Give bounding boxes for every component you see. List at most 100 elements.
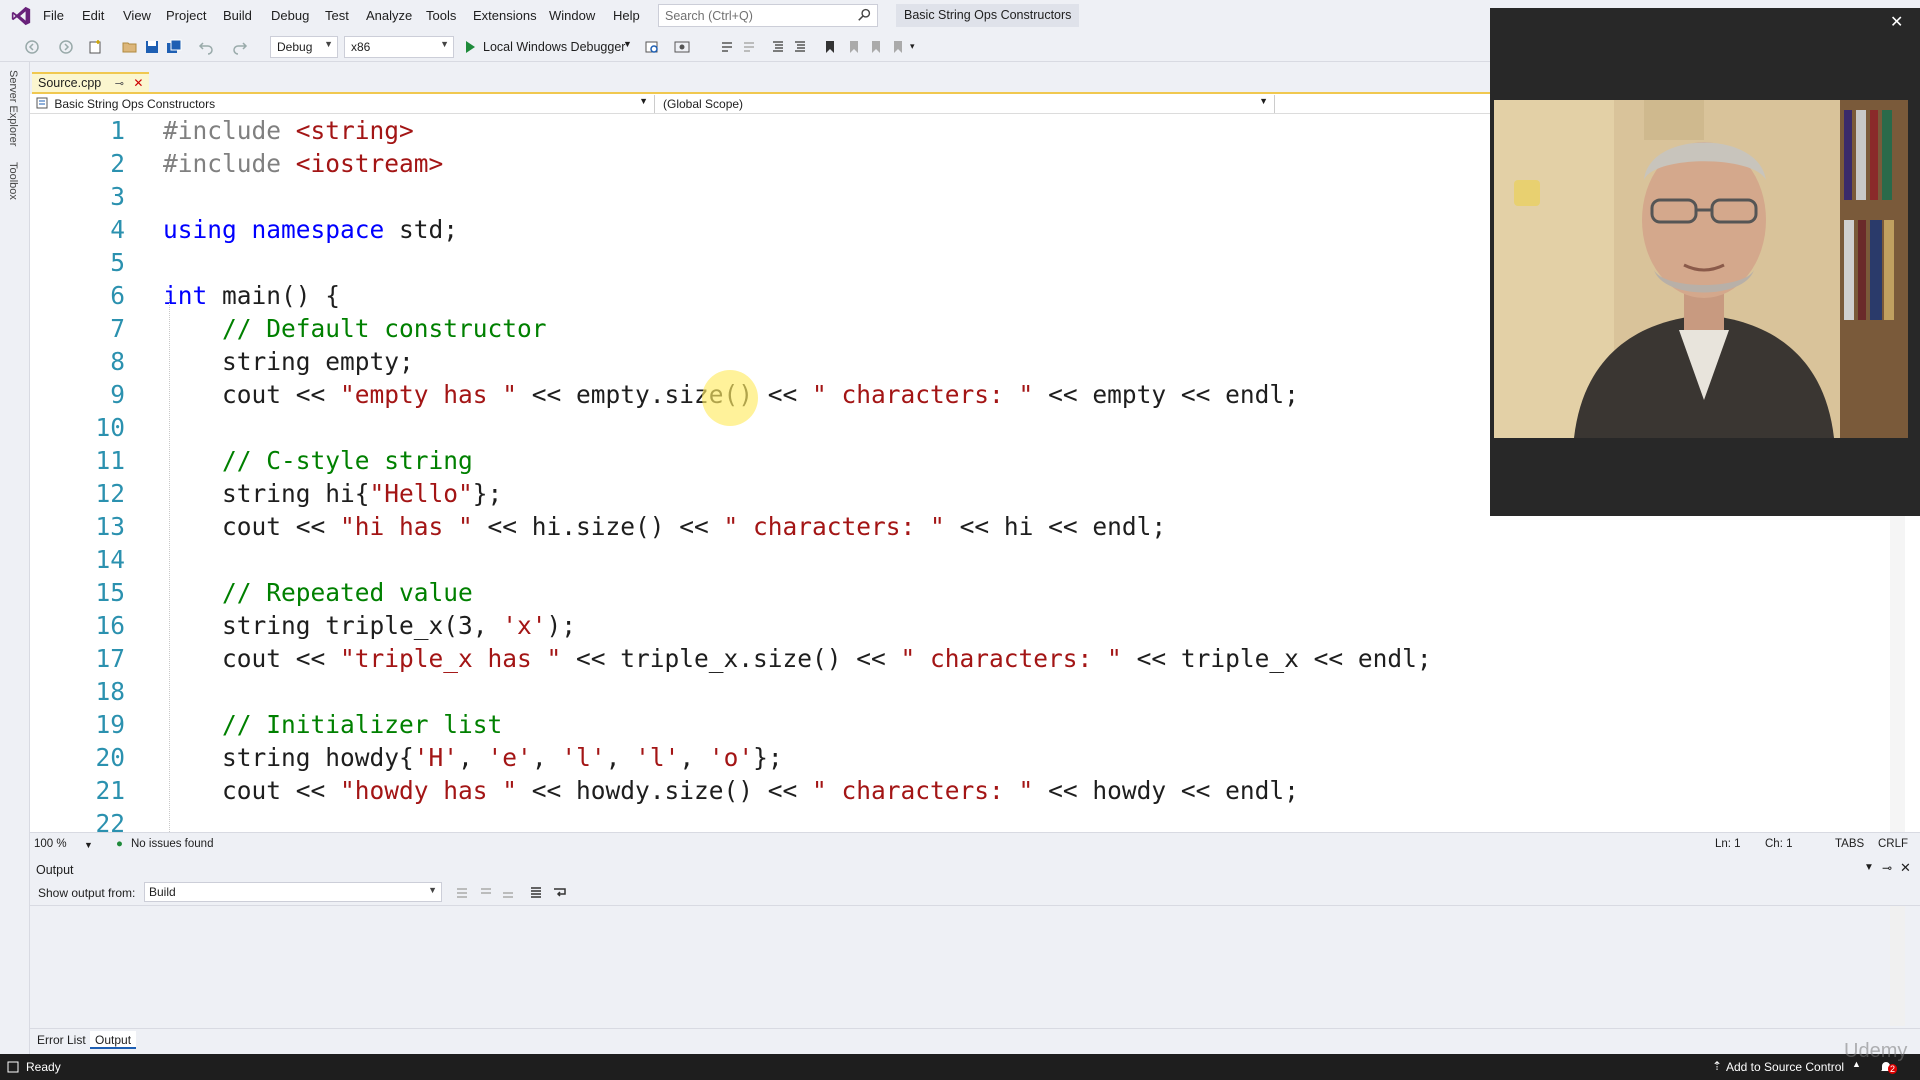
- menu-help[interactable]: Help: [613, 8, 640, 23]
- code-token: cout <<: [163, 776, 341, 805]
- find-message-icon[interactable]: [454, 885, 470, 901]
- output-vertical-scrollbar[interactable]: [1890, 906, 1905, 1026]
- menu-build[interactable]: Build: [223, 8, 252, 23]
- code-token: string hi{: [163, 479, 370, 508]
- search-input[interactable]: Search (Ctrl+Q): [658, 4, 878, 27]
- code-line[interactable]: // Default constructor: [163, 314, 547, 343]
- bookmark-icon[interactable]: [822, 39, 838, 55]
- chevron-down-icon[interactable]: ▼: [623, 39, 632, 49]
- visual-studio-logo-icon[interactable]: [10, 5, 32, 27]
- tab-error-list[interactable]: Error List: [32, 1031, 91, 1049]
- menu-debug[interactable]: Debug: [271, 8, 309, 23]
- code-token-kw: using: [163, 215, 237, 244]
- issues-status[interactable]: No issues found: [131, 838, 213, 850]
- menu-extensions[interactable]: Extensions: [473, 8, 537, 23]
- step-over-icon[interactable]: [742, 39, 758, 55]
- server-explorer-tab[interactable]: Server Explorer: [7, 70, 19, 146]
- code-token: string howdy{: [163, 743, 414, 772]
- step-into-icon[interactable]: [720, 39, 736, 55]
- code-line[interactable]: // Initializer list: [163, 710, 502, 739]
- find-in-files-icon[interactable]: [644, 39, 660, 55]
- menu-project[interactable]: Project: [166, 8, 206, 23]
- navigate-forward-icon[interactable]: [58, 39, 74, 55]
- screenshot-icon[interactable]: [674, 39, 690, 55]
- zoom-level[interactable]: 100 %: [34, 838, 67, 850]
- code-line[interactable]: // Repeated value: [163, 578, 473, 607]
- play-icon[interactable]: [462, 39, 478, 55]
- chevron-down-icon: ▼: [639, 96, 648, 106]
- code-line[interactable]: #include <iostream>: [163, 149, 443, 178]
- menu-tools[interactable]: Tools: [426, 8, 456, 23]
- code-token-str: "hi has ": [340, 512, 473, 541]
- redo-icon[interactable]: [232, 39, 248, 55]
- code-line[interactable]: int main() {: [163, 281, 340, 310]
- search-icon: [858, 8, 871, 21]
- undo-icon[interactable]: [198, 39, 214, 55]
- toolbox-tab[interactable]: Toolbox: [7, 162, 19, 200]
- tab-source-cpp[interactable]: Source.cpp ⊸ ✕: [32, 72, 150, 92]
- next-message-icon[interactable]: [500, 885, 516, 901]
- word-wrap-icon[interactable]: [552, 885, 568, 901]
- side-panel-strip: Server Explorer Toolbox: [0, 62, 30, 1054]
- next-bookmark-icon[interactable]: [868, 39, 884, 55]
- code-line[interactable]: cout << "howdy has " << howdy.size() << …: [163, 776, 1299, 805]
- pin-icon[interactable]: ⊸: [115, 78, 124, 90]
- toolbar-overflow-icon[interactable]: ▾: [910, 41, 915, 52]
- code-line[interactable]: string empty;: [163, 347, 414, 376]
- navigate-back-icon[interactable]: [24, 39, 40, 55]
- code-line[interactable]: // C-style string: [163, 446, 473, 475]
- tab-output[interactable]: Output: [90, 1031, 137, 1049]
- line-number: 21: [95, 776, 125, 805]
- code-line[interactable]: string triple_x(3, 'x');: [163, 611, 576, 640]
- output-source-select[interactable]: Build ▼: [144, 882, 442, 902]
- previous-message-icon[interactable]: [478, 885, 494, 901]
- project-select[interactable]: Basic String Ops Constructors ▼: [30, 95, 655, 113]
- comment-lines-icon[interactable]: [792, 39, 808, 55]
- eol-indicator[interactable]: CRLF: [1878, 838, 1908, 850]
- menu-analyze[interactable]: Analyze: [366, 8, 412, 23]
- add-to-source-control-button[interactable]: Add to Source Control: [1726, 1060, 1844, 1074]
- line-number: 15: [95, 578, 125, 607]
- code-line[interactable]: cout << "triple_x has " << triple_x.size…: [163, 644, 1432, 673]
- project-value: Basic String Ops Constructors: [54, 97, 216, 111]
- close-tab-icon[interactable]: ✕: [133, 76, 143, 90]
- code-line[interactable]: using namespace std;: [163, 215, 458, 244]
- open-file-icon[interactable]: [122, 39, 138, 55]
- save-icon[interactable]: [144, 39, 160, 55]
- code-token-str: 'l': [561, 743, 606, 772]
- code-token-str: " characters: ": [812, 776, 1034, 805]
- menu-file[interactable]: File: [43, 8, 64, 23]
- code-token-str: " characters: ": [812, 380, 1034, 409]
- clear-all-icon[interactable]: [528, 885, 544, 901]
- new-project-icon[interactable]: [88, 39, 104, 55]
- menu-test[interactable]: Test: [325, 8, 349, 23]
- menu-edit[interactable]: Edit: [82, 8, 104, 23]
- previous-bookmark-icon[interactable]: [846, 39, 862, 55]
- code-line[interactable]: string howdy{'H', 'e', 'l', 'l', 'o'};: [163, 743, 783, 772]
- panel-options-icon[interactable]: ▼: [1864, 862, 1874, 873]
- scope-select[interactable]: (Global Scope) ▼: [657, 95, 1275, 113]
- line-number: 1: [110, 116, 125, 145]
- pin-panel-icon[interactable]: ⊸: [1882, 861, 1892, 875]
- menu-window[interactable]: Window: [549, 8, 595, 23]
- code-token: ,: [679, 743, 709, 772]
- code-line[interactable]: cout << "hi has " << hi.size() << " char…: [163, 512, 1166, 541]
- chevron-down-icon[interactable]: ▼: [84, 840, 93, 850]
- tab-filename: Source.cpp: [38, 76, 102, 90]
- output-title: Output: [36, 863, 74, 877]
- clear-bookmarks-icon[interactable]: [890, 39, 906, 55]
- close-webcam-icon[interactable]: ✕: [1890, 12, 1910, 32]
- code-token-str: "Hello": [369, 479, 473, 508]
- save-all-icon[interactable]: [166, 39, 182, 55]
- align-left-icon[interactable]: [770, 39, 786, 55]
- start-debugger-button[interactable]: Local Windows Debugger: [483, 40, 625, 54]
- configuration-select[interactable]: Debug ▼: [270, 36, 338, 58]
- close-panel-icon[interactable]: ✕: [1900, 860, 1911, 876]
- code-line[interactable]: #include <string>: [163, 116, 414, 145]
- code-line[interactable]: string hi{"Hello"};: [163, 479, 502, 508]
- output-text-area[interactable]: [30, 906, 1890, 1026]
- tabs-indicator[interactable]: TABS: [1835, 838, 1864, 850]
- menu-view[interactable]: View: [123, 8, 151, 23]
- platform-select[interactable]: x86 ▼: [344, 36, 454, 58]
- line-indicator: Ln: 1: [1715, 838, 1741, 850]
